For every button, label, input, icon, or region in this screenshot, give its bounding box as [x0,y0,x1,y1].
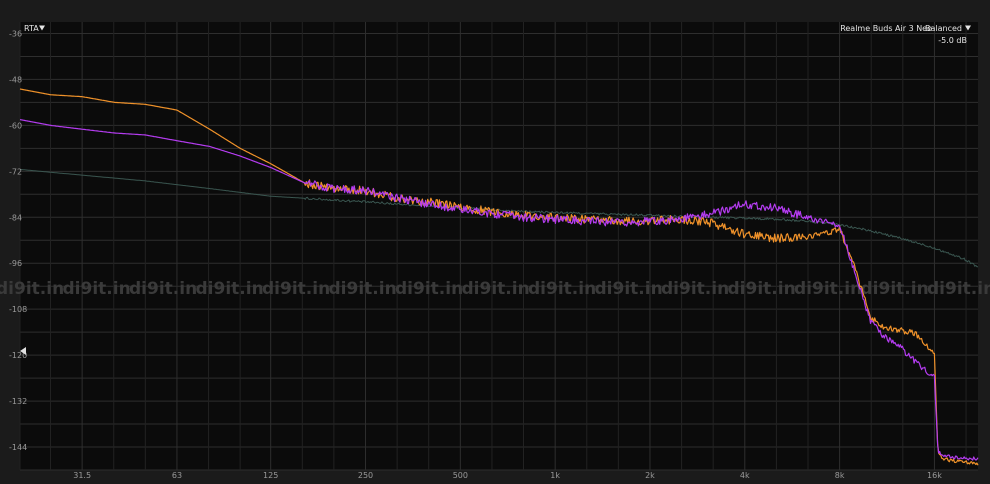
watermark-text: di9it.in [196,279,264,299]
y-tick-label: -108 [9,305,27,314]
watermark-text: di9it.in [661,279,729,299]
preset-label: Balanced [925,24,962,33]
watermark-text: di9it.in [927,279,990,299]
offset-readout: -5.0 dB [938,36,967,45]
y-tick-label: -60 [9,121,22,130]
watermark-text: di9it.in [129,279,197,299]
watermark-text: di9it.in [794,279,862,299]
watermark-text: di9it.in [728,279,796,299]
plot-area [20,22,978,470]
y-tick-label: -96 [9,259,22,268]
x-tick-label: 500 [453,471,468,480]
y-tick-label: -144 [9,443,27,452]
y-tick-label: -36 [9,29,22,38]
x-tick-label: 31.5 [73,471,91,480]
x-tick-label: 8k [835,471,845,480]
watermark-text: di9it.in [595,279,663,299]
x-tick-label: 1k [550,471,560,480]
watermark-text: di9it.in [462,279,530,299]
watermark-text: di9it.in [528,279,596,299]
x-tick-label: 16k [927,471,942,480]
x-tick-label: 125 [263,471,278,480]
rta-label: RTA [24,24,39,33]
x-tick-label: 63 [172,471,182,480]
x-tick-label: 250 [358,471,373,480]
y-tick-label: -84 [9,213,22,222]
watermark-text: di9it.in [329,279,397,299]
y-tick-label: -48 [9,75,22,84]
watermark-text: di9it.in [0,279,64,299]
watermark-text: di9it.in [262,279,330,299]
x-tick-label: 2k [645,471,655,480]
watermark-text: di9it.in [63,279,131,299]
watermark-text: di9it.in [861,279,929,299]
watermark-layer: di9it.indi9it.indi9it.indi9it.indi9it.in… [0,279,990,299]
rta-chart: di9it.indi9it.indi9it.indi9it.indi9it.in… [0,0,990,484]
y-tick-label: -72 [9,167,22,176]
y-tick-label: -132 [9,397,27,406]
x-tick-label: 4k [740,471,750,480]
device-label: Realme Buds Air 3 Neo [840,24,932,33]
watermark-text: di9it.in [395,279,463,299]
device-selector[interactable]: Realme Buds Air 3 Neo Balanced [840,24,971,33]
